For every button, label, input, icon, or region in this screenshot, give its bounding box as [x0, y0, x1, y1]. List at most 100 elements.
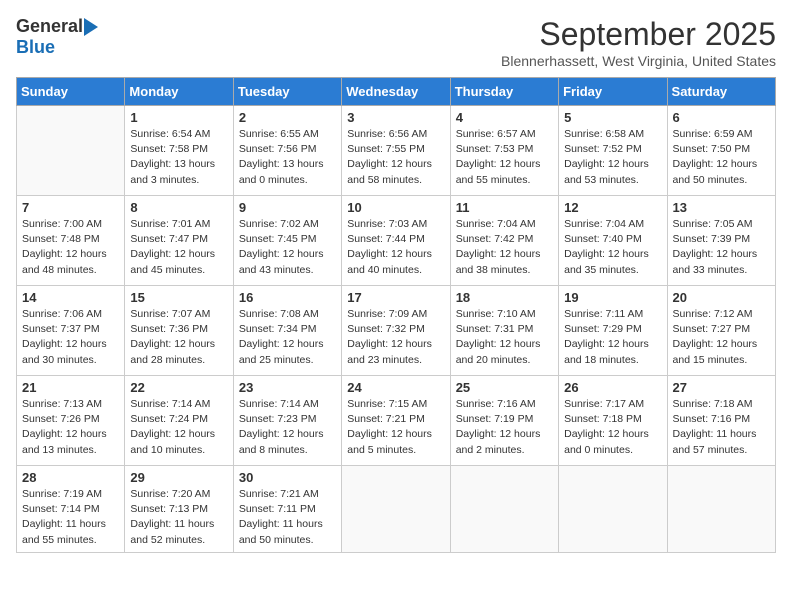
calendar-week-row: 28Sunrise: 7:19 AMSunset: 7:14 PMDayligh… — [17, 466, 776, 553]
calendar-cell: 2Sunrise: 6:55 AMSunset: 7:56 PMDaylight… — [233, 106, 341, 196]
logo-blue-text: Blue — [16, 37, 55, 57]
day-info: Sunrise: 7:04 AMSunset: 7:40 PMDaylight:… — [564, 217, 661, 278]
day-info: Sunrise: 7:11 AMSunset: 7:29 PMDaylight:… — [564, 307, 661, 368]
location: Blennerhassett, West Virginia, United St… — [501, 53, 776, 69]
calendar-cell: 7 Sunrise: 7:00 AMSunset: 7:48 PMDaylight… — [17, 196, 125, 286]
weekday-header-saturday: Saturday — [667, 78, 775, 106]
day-info: Sunrise: 6:56 AMSunset: 7:55 PMDaylight:… — [347, 127, 444, 188]
day-number: 12 — [564, 200, 661, 215]
calendar-cell — [17, 106, 125, 196]
calendar-cell: 5 Sunrise: 6:58 AMSunset: 7:52 PMDaylight… — [559, 106, 667, 196]
day-info: Sunrise: 7:03 AMSunset: 7:44 PMDaylight:… — [347, 217, 444, 278]
day-number: 23 — [239, 380, 336, 395]
day-info: Sunrise: 6:58 AMSunset: 7:52 PMDaylight:… — [564, 127, 661, 188]
calendar-cell: 24 Sunrise: 7:15 AMSunset: 7:21 PMDayligh… — [342, 376, 450, 466]
day-info: Sunrise: 6:54 AMSunset: 7:58 PMDaylight:… — [130, 127, 227, 188]
day-number: 3 — [347, 110, 444, 125]
day-info: Sunrise: 6:57 AMSunset: 7:53 PMDaylight:… — [456, 127, 553, 188]
calendar-cell — [450, 466, 558, 553]
calendar-cell — [559, 466, 667, 553]
day-info: Sunrise: 7:01 AMSunset: 7:47 PMDaylight:… — [130, 217, 227, 278]
day-info: Sunrise: 7:16 AMSunset: 7:19 PMDaylight:… — [456, 397, 553, 458]
day-info: Sunrise: 7:15 AMSunset: 7:21 PMDaylight:… — [347, 397, 444, 458]
calendar-cell: 30 Sunrise: 7:21 AMSunset: 7:11 PMDayligh… — [233, 466, 341, 553]
weekday-header-row: SundayMondayTuesdayWednesdayThursdayFrid… — [17, 78, 776, 106]
day-number: 1 — [130, 110, 227, 125]
day-info: Sunrise: 7:05 AMSunset: 7:39 PMDaylight:… — [673, 217, 770, 278]
calendar-cell: 1 Sunrise: 6:54 AMSunset: 7:58 PMDaylight… — [125, 106, 233, 196]
day-number: 10 — [347, 200, 444, 215]
calendar-cell: 3 Sunrise: 6:56 AMSunset: 7:55 PMDaylight… — [342, 106, 450, 196]
calendar-cell: 26Sunrise: 7:17 AMSunset: 7:18 PMDayligh… — [559, 376, 667, 466]
day-number: 9 — [239, 200, 336, 215]
calendar-cell: 11 Sunrise: 7:04 AMSunset: 7:42 PMDayligh… — [450, 196, 558, 286]
day-info: Sunrise: 7:06 AMSunset: 7:37 PMDaylight:… — [22, 307, 119, 368]
day-info: Sunrise: 6:55 AMSunset: 7:56 PMDaylight:… — [239, 127, 336, 188]
day-number: 27 — [673, 380, 770, 395]
calendar-cell: 12 Sunrise: 7:04 AMSunset: 7:40 PMDayligh… — [559, 196, 667, 286]
calendar-cell: 19 Sunrise: 7:11 AMSunset: 7:29 PMDayligh… — [559, 286, 667, 376]
day-number: 14 — [22, 290, 119, 305]
calendar-week-row: 21Sunrise: 7:13 AMSunset: 7:26 PMDayligh… — [17, 376, 776, 466]
day-number: 30 — [239, 470, 336, 485]
calendar-cell: 15Sunrise: 7:07 AMSunset: 7:36 PMDayligh… — [125, 286, 233, 376]
day-number: 7 — [22, 200, 119, 215]
page-header: General Blue September 2025 Blennerhasse… — [16, 16, 776, 69]
day-info: Sunrise: 7:09 AMSunset: 7:32 PMDaylight:… — [347, 307, 444, 368]
calendar-cell: 25 Sunrise: 7:16 AMSunset: 7:19 PMDayligh… — [450, 376, 558, 466]
calendar-cell: 8Sunrise: 7:01 AMSunset: 7:47 PMDaylight… — [125, 196, 233, 286]
day-info: Sunrise: 7:02 AMSunset: 7:45 PMDaylight:… — [239, 217, 336, 278]
calendar-cell: 21Sunrise: 7:13 AMSunset: 7:26 PMDayligh… — [17, 376, 125, 466]
day-number: 25 — [456, 380, 553, 395]
weekday-header-sunday: Sunday — [17, 78, 125, 106]
day-number: 17 — [347, 290, 444, 305]
title-section: September 2025 Blennerhassett, West Virg… — [501, 16, 776, 69]
calendar-week-row: 14 Sunrise: 7:06 AMSunset: 7:37 PMDayligh… — [17, 286, 776, 376]
weekday-header-friday: Friday — [559, 78, 667, 106]
calendar-week-row: 7 Sunrise: 7:00 AMSunset: 7:48 PMDaylight… — [17, 196, 776, 286]
day-number: 24 — [347, 380, 444, 395]
day-info: Sunrise: 7:21 AMSunset: 7:11 PMDaylight:… — [239, 487, 336, 548]
day-info: Sunrise: 7:12 AMSunset: 7:27 PMDaylight:… — [673, 307, 770, 368]
calendar-cell: 23 Sunrise: 7:14 AMSunset: 7:23 PMDayligh… — [233, 376, 341, 466]
calendar-cell: 27Sunrise: 7:18 AMSunset: 7:16 PMDayligh… — [667, 376, 775, 466]
day-info: Sunrise: 7:17 AMSunset: 7:18 PMDaylight:… — [564, 397, 661, 458]
calendar-table: SundayMondayTuesdayWednesdayThursdayFrid… — [16, 77, 776, 553]
day-number: 6 — [673, 110, 770, 125]
day-info: Sunrise: 7:00 AMSunset: 7:48 PMDaylight:… — [22, 217, 119, 278]
day-number: 18 — [456, 290, 553, 305]
calendar-cell: 20 Sunrise: 7:12 AMSunset: 7:27 PMDayligh… — [667, 286, 775, 376]
day-info: Sunrise: 7:07 AMSunset: 7:36 PMDaylight:… — [130, 307, 227, 368]
weekday-header-thursday: Thursday — [450, 78, 558, 106]
calendar-cell: 10 Sunrise: 7:03 AMSunset: 7:44 PMDayligh… — [342, 196, 450, 286]
calendar-cell: 18 Sunrise: 7:10 AMSunset: 7:31 PMDayligh… — [450, 286, 558, 376]
calendar-cell: 6 Sunrise: 6:59 AMSunset: 7:50 PMDaylight… — [667, 106, 775, 196]
day-number: 13 — [673, 200, 770, 215]
calendar-cell: 9 Sunrise: 7:02 AMSunset: 7:45 PMDaylight… — [233, 196, 341, 286]
calendar-cell: 16 Sunrise: 7:08 AMSunset: 7:34 PMDayligh… — [233, 286, 341, 376]
calendar-week-row: 1 Sunrise: 6:54 AMSunset: 7:58 PMDaylight… — [17, 106, 776, 196]
day-info: Sunrise: 7:13 AMSunset: 7:26 PMDaylight:… — [22, 397, 119, 458]
day-info: Sunrise: 7:14 AMSunset: 7:23 PMDaylight:… — [239, 397, 336, 458]
day-number: 5 — [564, 110, 661, 125]
weekday-header-wednesday: Wednesday — [342, 78, 450, 106]
day-info: Sunrise: 7:10 AMSunset: 7:31 PMDaylight:… — [456, 307, 553, 368]
day-info: Sunrise: 7:19 AMSunset: 7:14 PMDaylight:… — [22, 487, 119, 548]
calendar-cell: 22Sunrise: 7:14 AMSunset: 7:24 PMDayligh… — [125, 376, 233, 466]
day-number: 29 — [130, 470, 227, 485]
day-info: Sunrise: 6:59 AMSunset: 7:50 PMDaylight:… — [673, 127, 770, 188]
logo: General Blue — [16, 16, 99, 58]
day-info: Sunrise: 7:04 AMSunset: 7:42 PMDaylight:… — [456, 217, 553, 278]
day-number: 11 — [456, 200, 553, 215]
calendar-cell: 14 Sunrise: 7:06 AMSunset: 7:37 PMDayligh… — [17, 286, 125, 376]
calendar-cell — [342, 466, 450, 553]
day-number: 16 — [239, 290, 336, 305]
day-number: 22 — [130, 380, 227, 395]
month-title: September 2025 — [501, 16, 776, 53]
day-number: 19 — [564, 290, 661, 305]
day-number: 20 — [673, 290, 770, 305]
calendar-cell: 29Sunrise: 7:20 AMSunset: 7:13 PMDayligh… — [125, 466, 233, 553]
day-info: Sunrise: 7:08 AMSunset: 7:34 PMDaylight:… — [239, 307, 336, 368]
calendar-cell: 4Sunrise: 6:57 AMSunset: 7:53 PMDaylight… — [450, 106, 558, 196]
weekday-header-monday: Monday — [125, 78, 233, 106]
